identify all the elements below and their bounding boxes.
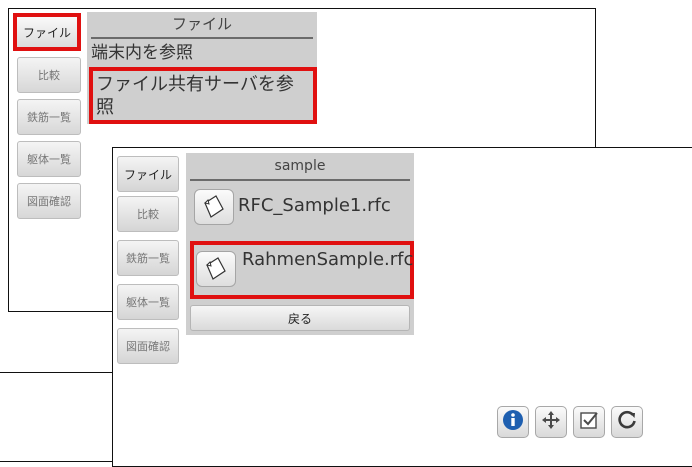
folder-title: sample	[274, 158, 326, 174]
sidebar-body-list-button[interactable]: 躯体一覧	[117, 284, 179, 320]
sidebar-compare-button[interactable]: 比較	[17, 57, 81, 93]
file-menu-title: ファイル	[171, 15, 232, 33]
file-row[interactable]: RFC_Sample1.rfc	[190, 183, 410, 229]
divider	[190, 179, 410, 181]
file-row-selected[interactable]: RahmenSample.rfc	[190, 241, 414, 299]
refresh-button[interactable]	[611, 406, 643, 438]
divider	[91, 37, 313, 39]
refresh-icon	[616, 409, 638, 435]
file-name: RFC_Sample1.rfc	[238, 195, 391, 216]
sidebar-body-list-button[interactable]: 躯体一覧	[17, 141, 81, 177]
info-button[interactable]	[497, 406, 529, 438]
move-icon	[540, 409, 562, 435]
sidebar-rebar-list-button[interactable]: 鉄筋一覧	[117, 240, 179, 276]
menu-item-browse-local[interactable]: 端末内を参照	[91, 42, 313, 64]
document-icon	[194, 189, 234, 225]
file-name: RahmenSample.rfc	[242, 249, 414, 270]
document-icon	[196, 251, 236, 287]
move-button[interactable]	[535, 406, 567, 438]
menu-item-browse-server[interactable]: ファイル共有サーバを参照	[89, 67, 317, 124]
screen-file-browser: ファイル 比較 鉄筋一覧 躯体一覧 図面確認 sample RFC_Sample…	[112, 147, 692, 467]
back-button[interactable]: 戻る	[190, 305, 410, 331]
sidebar-file-button[interactable]: ファイル	[13, 13, 81, 51]
sidebar-compare-button[interactable]: 比較	[117, 196, 179, 232]
info-icon	[502, 409, 524, 435]
sidebar-drawing-check-button[interactable]: 図面確認	[17, 183, 81, 219]
check-button[interactable]	[573, 406, 605, 438]
file-browser-panel: sample RFC_Sample1.rfc RahmenSample.rfc …	[186, 153, 414, 335]
file-menu-panel: ファイル 端末内を参照 ファイル共有サーバを参照	[87, 12, 317, 124]
checkbox-icon	[578, 409, 600, 435]
sidebar-file-button[interactable]: ファイル	[117, 156, 179, 192]
sidebar-rebar-list-button[interactable]: 鉄筋一覧	[17, 99, 81, 135]
sidebar-drawing-check-button[interactable]: 図面確認	[117, 328, 179, 364]
